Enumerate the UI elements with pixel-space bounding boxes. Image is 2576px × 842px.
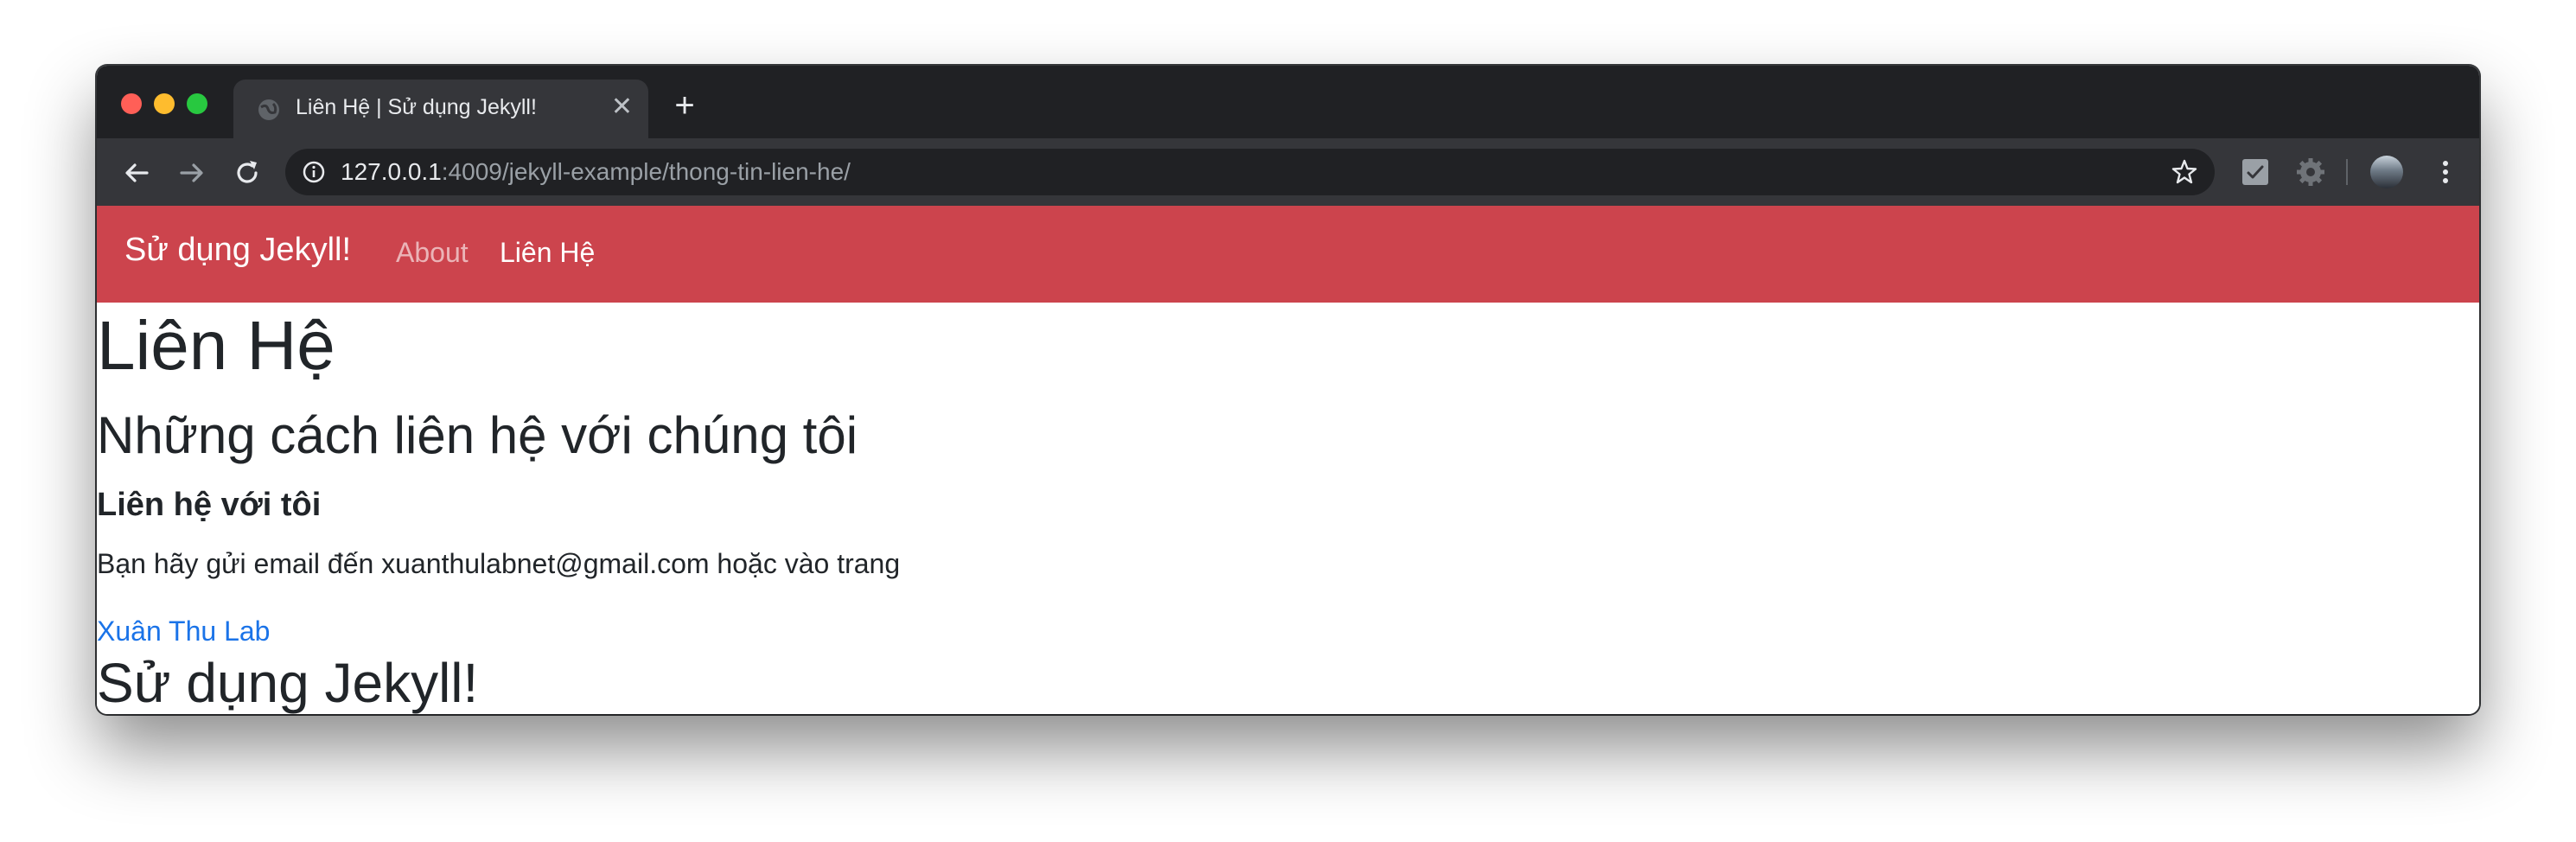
back-arrow-icon[interactable]: [119, 156, 154, 190]
new-tab-button[interactable]: +: [667, 88, 702, 123]
info-icon[interactable]: [301, 159, 327, 185]
globe-icon: [258, 99, 279, 120]
extension-gear-icon[interactable]: [2294, 156, 2327, 188]
footer-site-title: Sử dụng Jekyll!: [97, 652, 479, 714]
web-page: Sử dụng Jekyll! About Liên Hệ Liên Hệ Nh…: [97, 206, 2479, 714]
browser-window: Liên Hệ | Sử dụng Jekyll! ✕ + 127.0.0.1:…: [97, 66, 2479, 714]
page-title: Liên Hệ: [97, 307, 335, 384]
nav-link-about[interactable]: About: [396, 237, 469, 269]
site-brand-link[interactable]: Sử dụng Jekyll!: [124, 232, 351, 269]
tab-active[interactable]: Liên Hệ | Sử dụng Jekyll! ✕: [233, 80, 648, 138]
tab-strip: Liên Hệ | Sử dụng Jekyll! ✕ +: [97, 66, 2479, 138]
nav-link-lien-he[interactable]: Liên Hệ: [500, 237, 595, 269]
contact-paragraph: Bạn hãy gửi email đến xuanthulabnet@gmai…: [97, 548, 901, 579]
reload-icon[interactable]: [230, 156, 265, 190]
site-navbar: Sử dụng Jekyll! About Liên Hệ: [97, 206, 2479, 303]
browser-toolbar: 127.0.0.1:4009/jekyll-example/thong-tin-…: [97, 138, 2479, 206]
minimize-window-button[interactable]: [154, 93, 175, 114]
toolbar-separator: [2346, 159, 2348, 185]
url-text[interactable]: 127.0.0.1:4009/jekyll-example/thong-tin-…: [341, 158, 851, 186]
xuan-thu-lab-link[interactable]: Xuân Thu Lab: [97, 614, 270, 648]
tab-close-button[interactable]: ✕: [611, 92, 633, 123]
url-path: :4009/jekyll-example/thong-tin-lien-he/: [441, 158, 851, 185]
tab-title: Liên Hệ | Sử dụng Jekyll!: [296, 95, 537, 119]
section-heading: Liên hệ với tôi: [97, 487, 322, 523]
forward-arrow-icon[interactable]: [175, 156, 209, 190]
bookmark-star-icon[interactable]: [2170, 157, 2199, 187]
close-window-button[interactable]: [121, 93, 142, 114]
maximize-window-button[interactable]: [187, 93, 207, 114]
more-vert-icon[interactable]: [2429, 156, 2462, 188]
profile-avatar[interactable]: [2370, 156, 2403, 188]
url-host: 127.0.0.1: [341, 158, 442, 185]
address-bar[interactable]: 127.0.0.1:4009/jekyll-example/thong-tin-…: [285, 149, 2215, 195]
page-subtitle: Những cách liên hệ với chúng tôi: [97, 406, 858, 464]
extension-check-icon[interactable]: [2241, 157, 2270, 187]
